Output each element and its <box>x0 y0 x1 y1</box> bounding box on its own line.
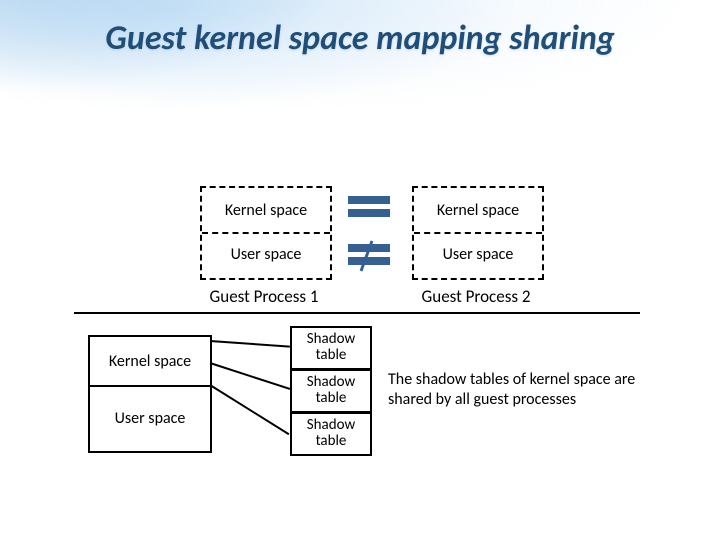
guest-kernel-cell: Kernel space <box>90 337 210 385</box>
guest-address-space-box: Kernel space User space <box>88 335 212 453</box>
guest-process-1-label: Guest Process 1 <box>184 286 344 307</box>
connector-line <box>209 384 289 435</box>
slide-title: Guest kernel space mapping sharing <box>0 18 720 59</box>
guest-process-2-box: Kernel space User space <box>412 186 544 280</box>
equals-icon <box>348 196 390 220</box>
connector-line <box>210 340 290 348</box>
shadow-table-caption: The shadow tables of kernel space are sh… <box>388 370 668 410</box>
guest-process-1-user-cell: User space <box>202 232 330 276</box>
horizontal-rule <box>74 312 640 314</box>
shadow-table-box: Shadow table <box>290 412 372 456</box>
not-equal-icon <box>348 244 390 268</box>
shadow-table-box: Shadow table <box>290 369 372 413</box>
guest-process-2-label: Guest Process 2 <box>396 286 556 307</box>
guest-process-1-kernel-cell: Kernel space <box>202 188 330 232</box>
connector-line <box>210 362 291 390</box>
guest-user-cell: User space <box>90 385 210 451</box>
guest-process-2-kernel-cell: Kernel space <box>414 188 542 232</box>
guest-process-1-box: Kernel space User space <box>200 186 332 280</box>
shadow-table-box: Shadow table <box>290 326 372 370</box>
guest-process-2-user-cell: User space <box>414 232 542 276</box>
